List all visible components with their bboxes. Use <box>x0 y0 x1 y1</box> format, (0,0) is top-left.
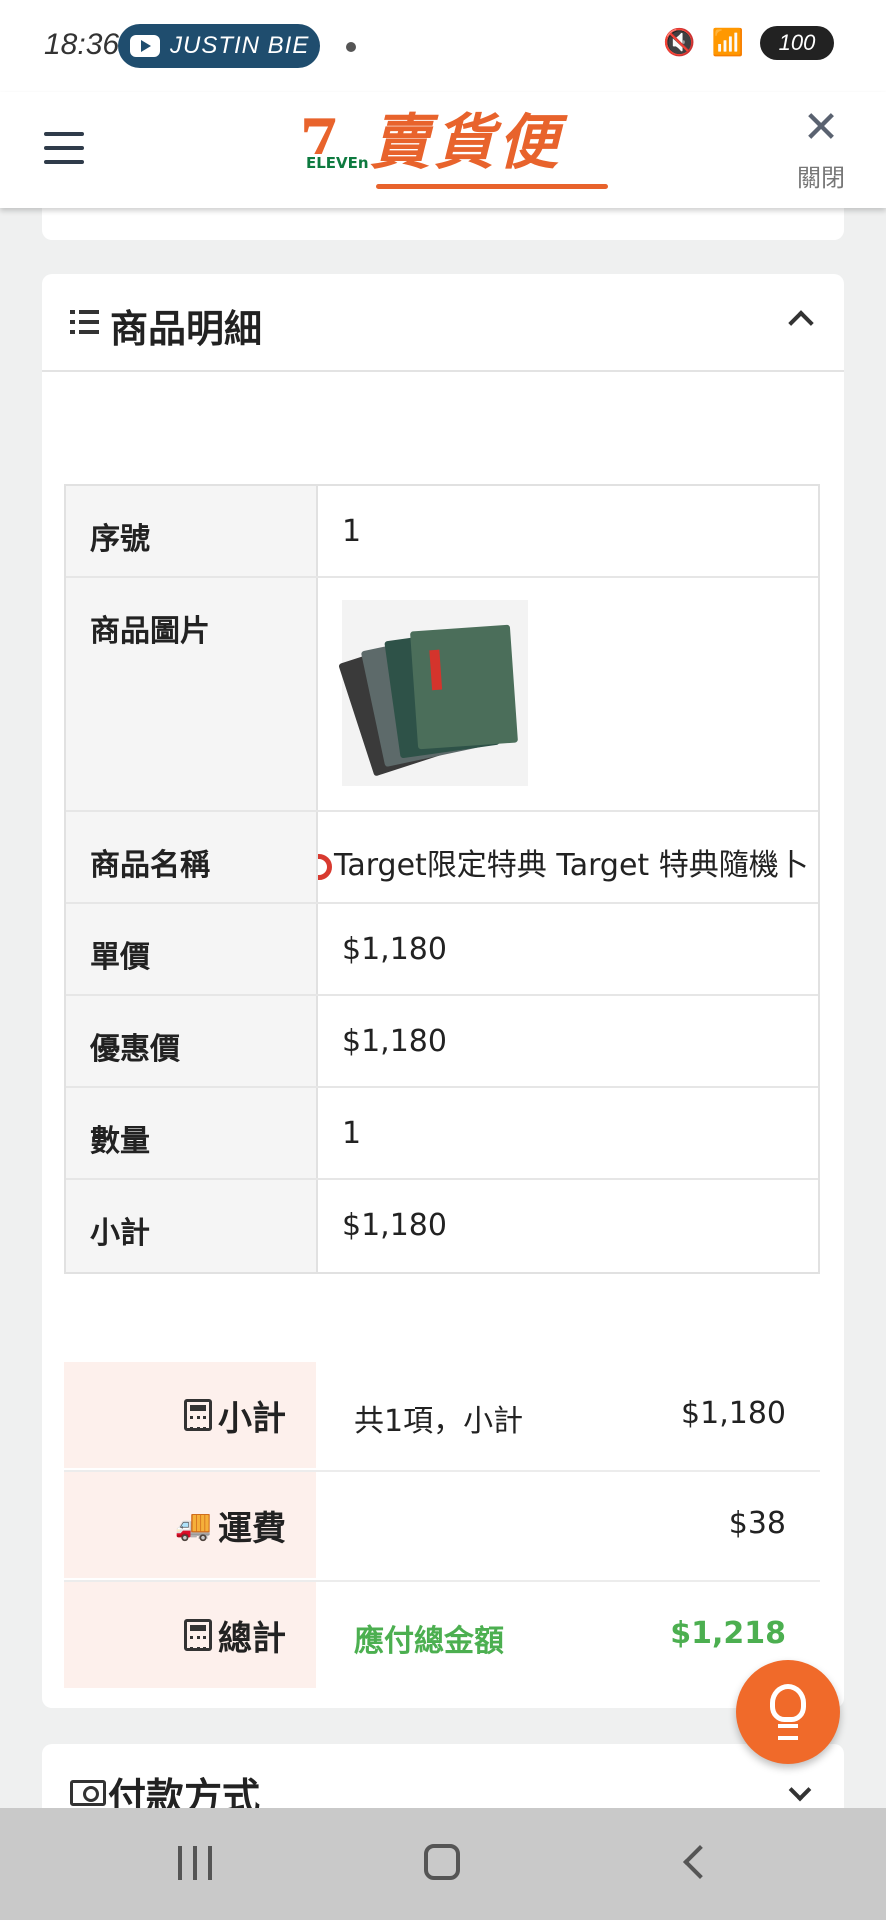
recent-apps-button[interactable] <box>178 1846 214 1880</box>
summary-label: 小計 <box>218 1398 286 1439</box>
logo-underline <box>376 184 608 189</box>
battery-indicator: 100 <box>760 26 834 60</box>
app-header: 7 ELEVEn 賣貨便 ✕ 關閉 <box>0 92 886 208</box>
mute-icon: 🔇 <box>663 28 696 58</box>
menu-button[interactable] <box>44 132 84 164</box>
hamburger-icon <box>44 132 84 136</box>
row-value: 1 <box>342 1116 362 1151</box>
status-icons: 🔇 📶 100 <box>663 26 834 60</box>
product-detail-table: 序號 1 商品圖片 商品名稱 Target限定特典 Target 特典隨機卜 單… <box>64 484 820 1274</box>
row-label: 序號 <box>66 486 318 576</box>
back-button[interactable] <box>683 1845 717 1879</box>
table-row-unit-price: 單價 $1,180 <box>66 904 818 996</box>
calculator-icon <box>184 1619 212 1651</box>
chevron-up-icon[interactable] <box>788 310 814 336</box>
table-row-image: 商品圖片 <box>66 578 818 812</box>
summary-amount: $1,180 <box>681 1396 786 1431</box>
row-value: $1,180 <box>342 1208 447 1243</box>
close-label: 關閉 <box>797 164 845 192</box>
lightbulb-icon <box>770 1684 806 1722</box>
cash-icon <box>70 1780 106 1806</box>
youtube-icon <box>130 35 160 57</box>
table-row-seq: 序號 1 <box>66 486 818 578</box>
wifi-icon: 📶 <box>711 28 744 58</box>
row-value: 1 <box>342 514 362 549</box>
product-detail-header[interactable]: 商品明細 <box>42 274 844 372</box>
product-image[interactable] <box>338 600 528 786</box>
summary-row-total: 總計 應付總金額 $1,218 <box>64 1582 820 1692</box>
tip-lightbulb-button[interactable] <box>736 1660 840 1764</box>
summary-label: 總計 <box>218 1618 286 1659</box>
calculator-icon <box>184 1399 212 1431</box>
notification-dot-icon <box>346 42 356 52</box>
product-detail-title: 商品明細 <box>110 307 263 351</box>
close-button[interactable]: ✕ 關閉 <box>786 106 856 196</box>
row-label: 商品圖片 <box>66 578 318 810</box>
system-nav-bar <box>0 1808 886 1920</box>
tag-ring-icon <box>318 853 332 880</box>
chevron-down-icon[interactable] <box>788 1778 812 1802</box>
row-label: 數量 <box>66 1088 318 1178</box>
row-label: 單價 <box>66 904 318 994</box>
summary-desc: 共1項，小計 <box>354 1404 524 1439</box>
table-row-discount-price: 優惠價 $1,180 <box>66 996 818 1088</box>
table-row-quantity: 數量 1 <box>66 1088 818 1180</box>
home-button[interactable] <box>424 1844 460 1880</box>
row-value: $1,180 <box>342 932 447 967</box>
row-label: 優惠價 <box>66 996 318 1086</box>
seven-eleven-logo: 7 ELEVEn 賣貨便 <box>300 106 620 196</box>
summary-amount: $38 <box>728 1506 786 1541</box>
logo-text: 賣貨便 <box>370 108 562 178</box>
row-value: $1,180 <box>342 1024 447 1059</box>
row-label: 小計 <box>66 1180 318 1272</box>
close-icon: ✕ <box>802 102 840 153</box>
truck-icon: 🚚 <box>174 1507 212 1543</box>
list-icon <box>70 308 100 336</box>
summary-desc: 應付總金額 <box>354 1624 504 1659</box>
table-row-line-subtotal: 小計 $1,180 <box>66 1180 818 1272</box>
product-detail-card: 商品明細 序號 1 商品圖片 商品名稱 Target限定特典 Target 特典… <box>42 274 844 1708</box>
media-title: JUSTIN BIE <box>170 32 310 59</box>
order-summary: 小計 共1項，小計 $1,180 🚚 運費 $38 總計 應付總金額 $1,21… <box>64 1362 820 1692</box>
status-bar: 18:36 JUSTIN BIE 🔇 📶 100 <box>0 0 886 92</box>
table-row-name: 商品名稱 Target限定特典 Target 特典隨機卜 <box>66 812 818 904</box>
summary-label: 運費 <box>218 1508 286 1549</box>
summary-row-subtotal: 小計 共1項，小計 $1,180 <box>64 1362 820 1472</box>
product-name: Target限定特典 Target 特典隨機卜 <box>334 848 809 883</box>
media-notification-pill[interactable]: JUSTIN BIE <box>118 24 320 68</box>
logo-eleven: ELEVEn <box>304 154 371 172</box>
summary-row-shipping: 🚚 運費 $38 <box>64 1472 820 1582</box>
row-label: 商品名稱 <box>66 812 318 902</box>
status-time: 18:36 <box>44 28 120 61</box>
summary-amount: $1,218 <box>670 1616 786 1651</box>
